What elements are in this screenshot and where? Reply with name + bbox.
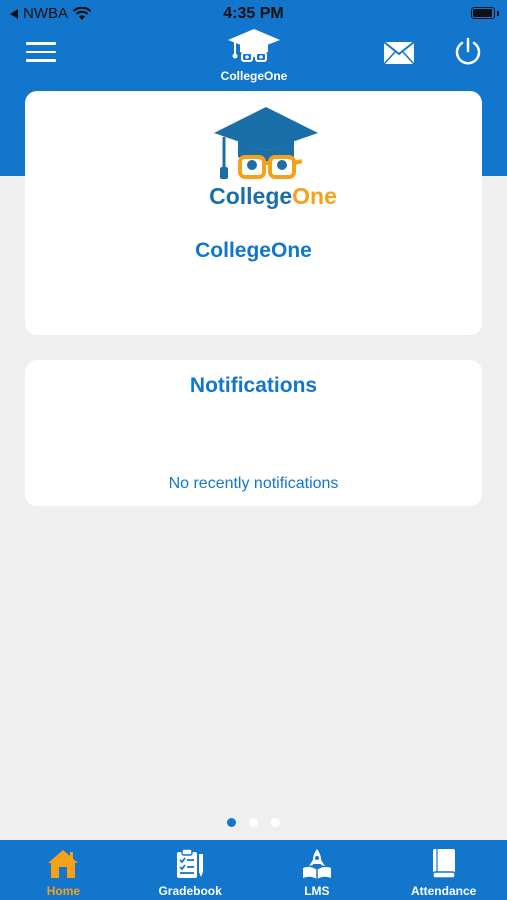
- tab-attendance[interactable]: Attendance: [380, 840, 507, 900]
- power-icon[interactable]: [452, 36, 484, 68]
- battery-fill: [473, 9, 492, 17]
- gradebook-icon: [177, 848, 204, 878]
- graduation-cap-glasses-icon: [228, 29, 280, 62]
- logo-text-one: One: [292, 183, 337, 209]
- home-card: CollegeOne CollegeOne: [25, 91, 482, 335]
- logo-text-college: College: [209, 183, 293, 209]
- page-dot-2[interactable]: [249, 818, 258, 827]
- attendance-book-icon: [431, 849, 456, 879]
- notifications-title: Notifications: [189, 374, 318, 397]
- logo-wordmark: CollegeOne: [198, 183, 348, 210]
- status-bar: NWBA 4:35 PM: [0, 0, 507, 28]
- tab-lms-label: LMS: [304, 884, 330, 898]
- tab-gradebook[interactable]: Gradebook: [127, 840, 254, 900]
- status-time: 4:35 PM: [223, 5, 284, 22]
- collegeone-logo: CollegeOne: [208, 105, 338, 215]
- home-card-title: CollegeOne: [195, 239, 312, 262]
- envelope-icon[interactable]: [383, 41, 415, 65]
- bottom-tab-bar: Home Gradebook LMS Attendance: [0, 840, 507, 900]
- tab-home[interactable]: Home: [0, 840, 127, 900]
- tab-home-label: Home: [46, 884, 81, 898]
- battery-tip: [497, 11, 499, 16]
- battery-icon: [471, 7, 495, 19]
- logo-cap-glasses-icon: [214, 107, 318, 179]
- notifications-card: Notifications No recently notifications: [25, 360, 482, 506]
- notifications-empty-message: No recently notifications: [168, 475, 339, 492]
- header-logo: CollegeOne: [214, 28, 294, 83]
- hamburger-menu-icon[interactable]: [26, 42, 56, 64]
- home-icon: [48, 850, 79, 878]
- tab-lms[interactable]: LMS: [254, 840, 381, 900]
- page-indicator: [0, 818, 507, 827]
- page-dot-3[interactable]: [271, 818, 280, 827]
- tab-attendance-label: Attendance: [410, 884, 477, 898]
- tab-gradebook-label: Gradebook: [158, 884, 222, 898]
- lms-rocket-book-icon: [302, 849, 331, 879]
- page-dot-1[interactable]: [227, 818, 236, 827]
- app-header: CollegeOne: [0, 28, 507, 84]
- header-app-name: CollegeOne: [220, 69, 288, 83]
